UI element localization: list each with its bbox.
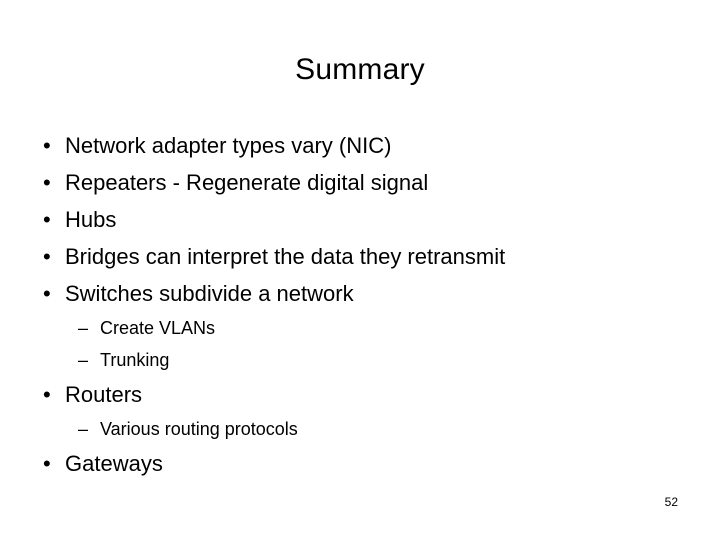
bullet-dot-icon: •	[43, 451, 51, 476]
bullet-dash-icon: –	[78, 318, 89, 338]
bullet-dot-icon: •	[43, 244, 51, 269]
bullet-item-level-2: – Create VLANs	[0, 312, 720, 344]
bullet-dot-icon: •	[43, 207, 51, 232]
bullet-dot-icon: •	[43, 382, 51, 407]
page-number: 52	[664, 495, 678, 509]
bullet-text: Gateways	[65, 451, 163, 476]
bullet-text: Routers	[65, 382, 143, 407]
bullet-list: • Network adapter types vary (NIC) • Repeat…	[0, 127, 720, 482]
bullet-item-level-1: • Network adapter types vary (NIC)	[0, 127, 720, 164]
bullet-dash-icon: –	[78, 419, 89, 439]
bullet-dot-icon: •	[43, 133, 51, 158]
bullet-item-level-2: – Various routing protocols	[0, 413, 720, 445]
slide-canvas: Summary • Network adapter types vary (NIC…	[0, 0, 720, 540]
bullet-dot-icon: •	[43, 170, 51, 195]
bullet-item-level-1: • Routers	[0, 376, 720, 413]
bullet-text: Network adapter types vary (NIC)	[65, 133, 392, 158]
bullet-text: Bridges can interpret the data they retr…	[65, 244, 506, 269]
bullet-dash-icon: –	[78, 350, 89, 370]
bullet-text: Hubs	[65, 207, 117, 232]
bullet-dot-icon: •	[43, 281, 51, 306]
bullet-item-level-1: • Repeaters - Regenerate digital signal	[0, 164, 720, 201]
bullet-text: Switches subdivide a network	[65, 281, 354, 306]
bullet-text: Trunking	[100, 350, 170, 370]
bullet-text: Various routing protocols	[100, 419, 298, 439]
bullet-text: Repeaters - Regenerate digital signal	[65, 170, 429, 195]
bullet-item-level-1: • Switches subdivide a network	[0, 275, 720, 312]
bullet-item-level-1: • Bridges can interpret the data they ret…	[0, 238, 720, 275]
page-title: Summary	[295, 53, 425, 86]
slide-body: • Network adapter types vary (NIC) • Repeat…	[0, 127, 720, 482]
bullet-item-level-1: • Hubs	[0, 201, 720, 238]
bullet-text: Create VLANs	[100, 318, 216, 338]
bullet-item-level-2: – Trunking	[0, 344, 720, 376]
bullet-item-level-1: • Gateways	[0, 445, 720, 482]
